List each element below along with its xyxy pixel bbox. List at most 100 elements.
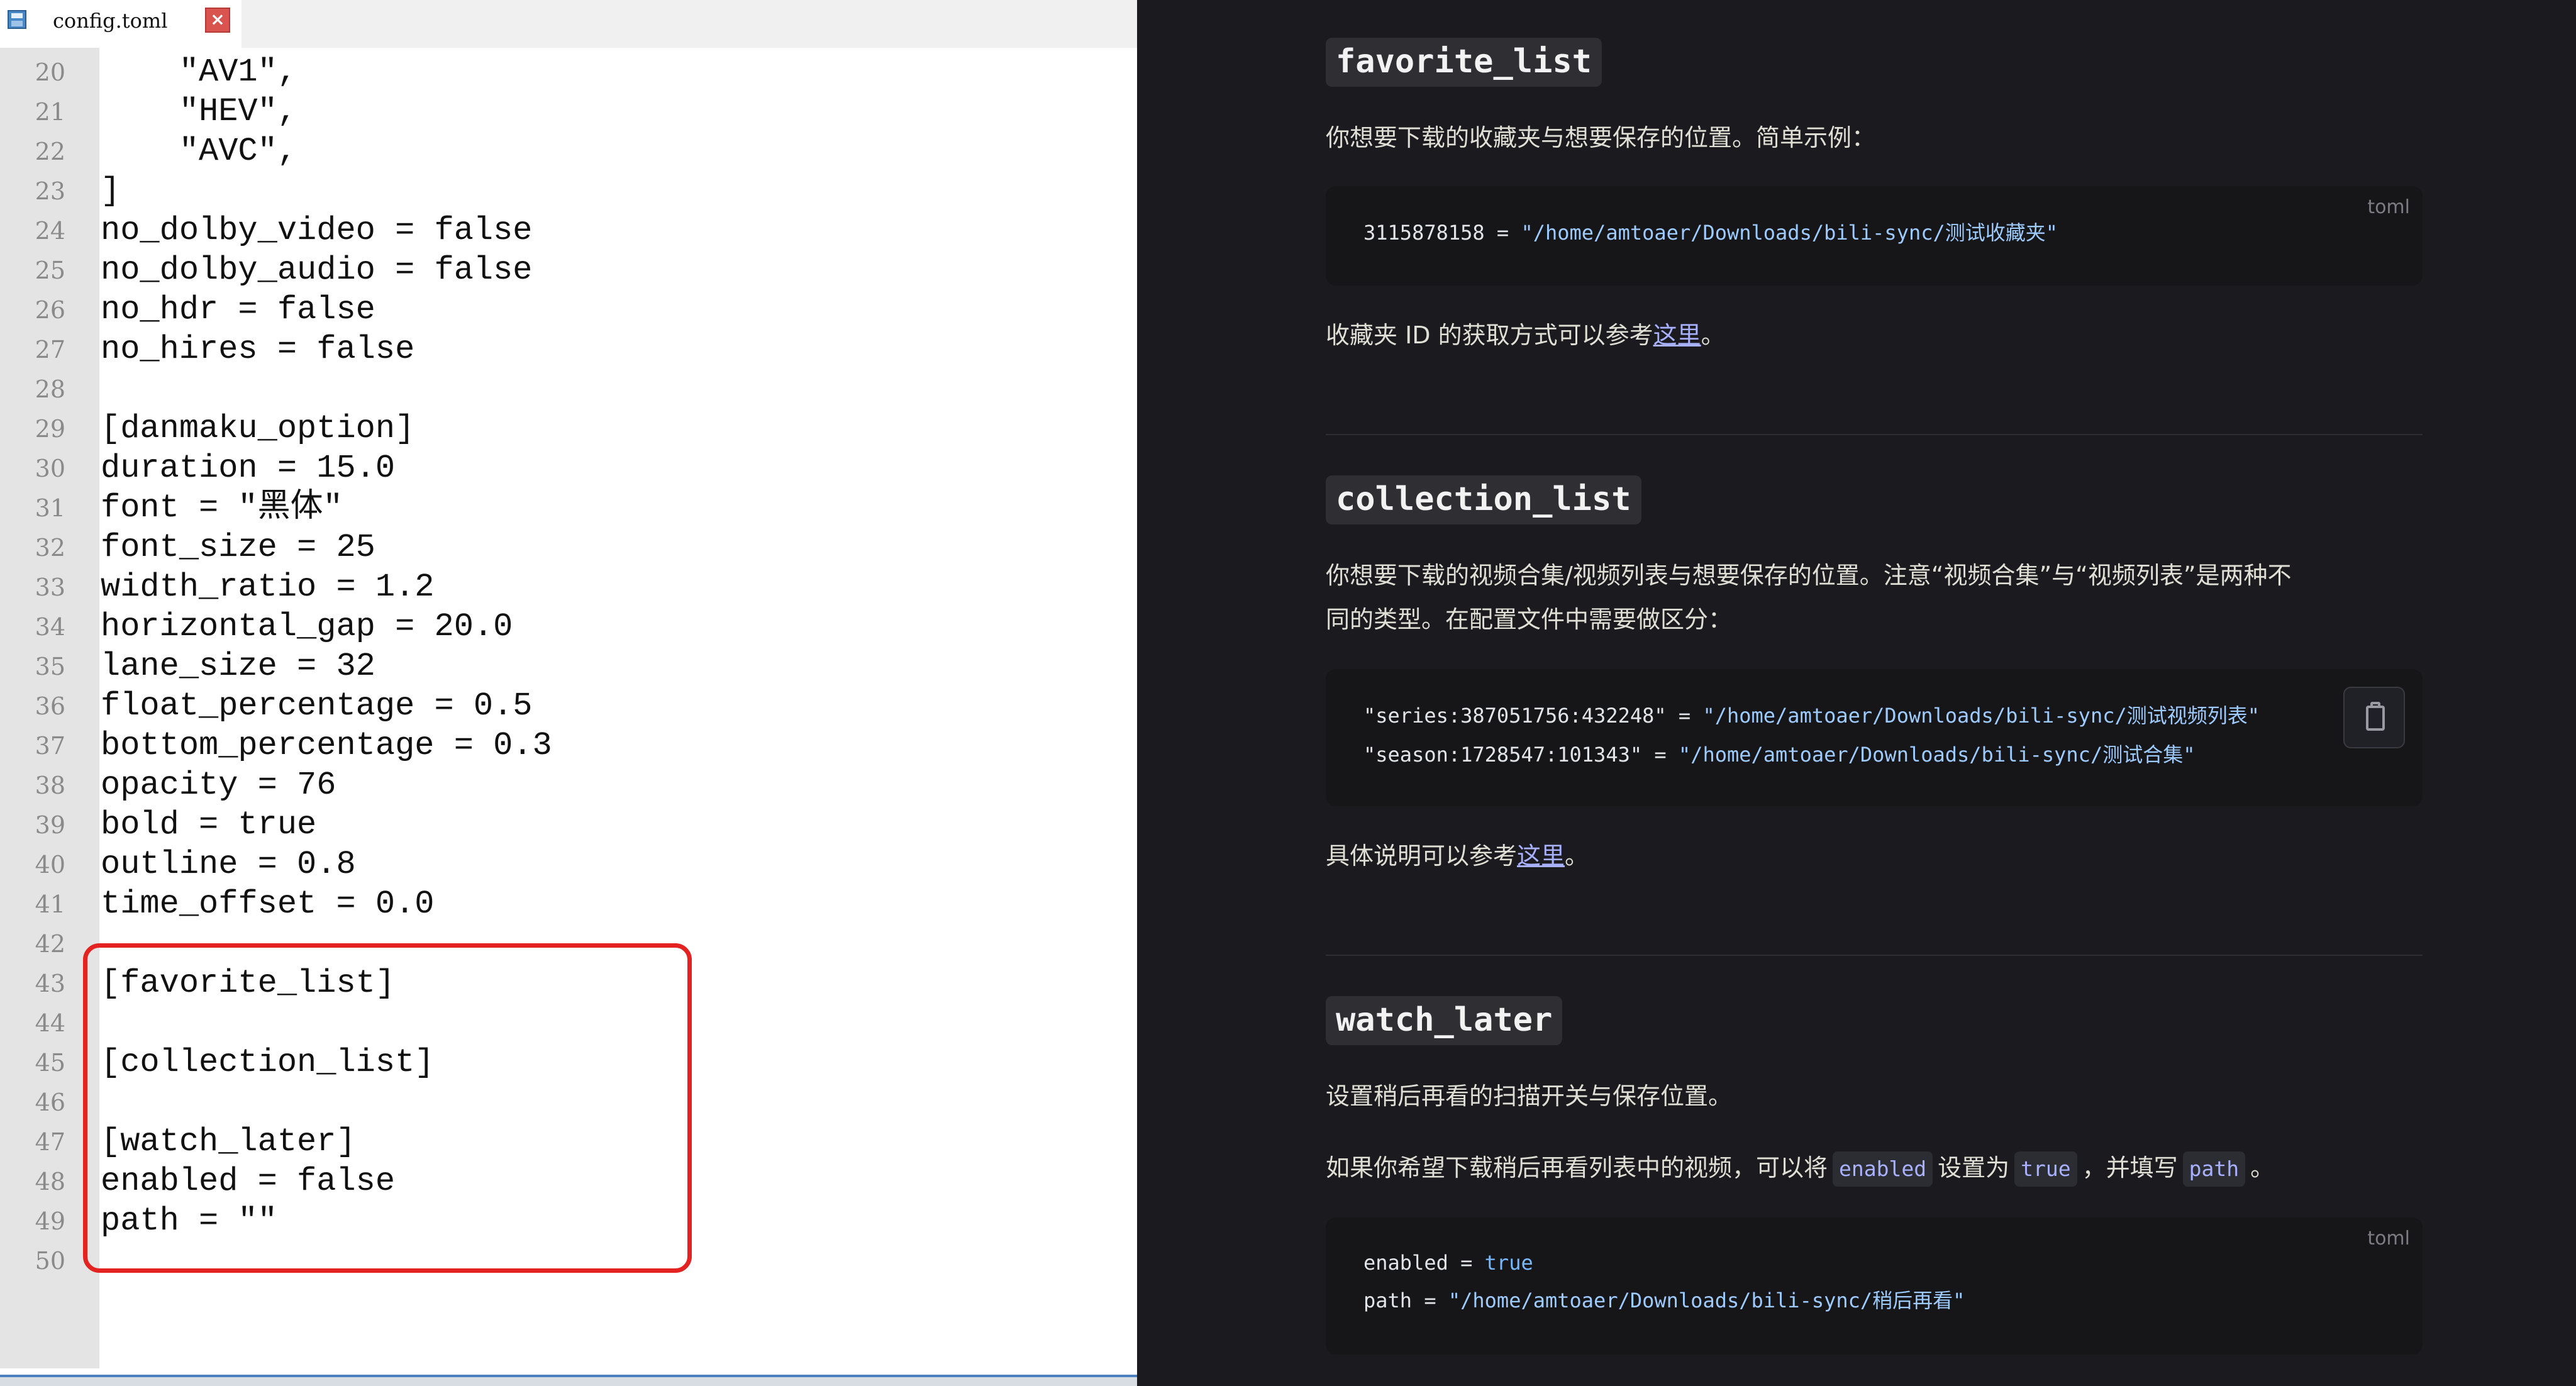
note-punct: 。 [1701, 321, 1725, 349]
code-line[interactable]: 47 [watch_later] [0, 1121, 1137, 1161]
code-text: no_hires = false [101, 331, 415, 368]
code-operator: = [1412, 1289, 1448, 1312]
note-text: 收藏夹 ID 的获取方式可以参考 [1326, 321, 1653, 349]
collection-reference-link[interactable]: 这里 [1517, 842, 1565, 870]
code-text: bottom_percentage = 0.3 [101, 727, 552, 764]
line-number: 21 [35, 98, 65, 126]
code-line[interactable]: 41 time_offset = 0.0 [0, 884, 1137, 923]
code-line[interactable]: 34 horizontal_gap = 20.0 [0, 606, 1137, 646]
code-line: "series:387051756:432248" = "/home/amtoa… [1363, 702, 2260, 729]
code-line[interactable]: 43 [favorite_list] [0, 963, 1137, 1002]
code-line[interactable]: 50 [0, 1240, 1137, 1280]
watch-later-instruction: 如果你希望下载稍后再看列表中的视频，可以将 enabled 设置为 true ，并填写 p… [1326, 1146, 2433, 1190]
line-number: 34 [35, 613, 65, 641]
code-line[interactable]: 49 path = "" [0, 1200, 1137, 1240]
code-line[interactable]: 45 [collection_list] [0, 1042, 1137, 1082]
code-line[interactable]: 26 no_hdr = false [0, 289, 1137, 329]
code-line[interactable]: 39 bold = true [0, 804, 1137, 844]
code-boolean: true [1484, 1251, 1533, 1275]
code-line[interactable]: 24 no_dolby_video = false [0, 210, 1137, 250]
code-line[interactable]: 36 float_percentage = 0.5 [0, 685, 1137, 725]
code-text: enabled = false [101, 1163, 396, 1200]
tab-config-toml[interactable]: config.toml × [0, 0, 242, 48]
code-line[interactable]: 46 [0, 1082, 1137, 1121]
code-operator: = [1448, 1251, 1485, 1275]
copy-code-button[interactable] [2343, 687, 2405, 748]
code-line[interactable]: 20 "AV1", [0, 52, 1137, 91]
code-text: outline = 0.8 [101, 846, 356, 883]
line-number: 29 [35, 415, 65, 443]
note-text: 具体说明可以参考 [1326, 842, 1518, 870]
code-key: 3115878158 [1363, 221, 1485, 245]
code-line[interactable]: 31 font = "黑体" [0, 487, 1137, 527]
section-divider [1326, 955, 2423, 956]
line-number: 25 [35, 257, 65, 284]
collection-note: 具体说明可以参考这里。 [1326, 834, 2433, 878]
close-tab-icon[interactable]: × [205, 8, 230, 33]
code-line[interactable]: 32 font_size = 25 [0, 527, 1137, 567]
code-operator: = [1484, 221, 1521, 245]
favorite-note: 收藏夹 ID 的获取方式可以参考这里。 [1326, 313, 2433, 357]
code-key: enabled [1363, 1251, 1448, 1275]
code-text: path = "" [101, 1202, 277, 1239]
text-editor: config.toml × 20 "AV1", 21 "HEV", 22 "AVC"… [0, 0, 1137, 1386]
watch-later-code-block: toml enabled = true path = "/home/amtoae… [1326, 1217, 2423, 1355]
code-line[interactable]: 48 enabled = false [0, 1161, 1137, 1200]
code-line[interactable]: 37 bottom_percentage = 0.3 [0, 725, 1137, 765]
instruction-text: 设置为 [1938, 1154, 2010, 1182]
code-area[interactable]: 20 "AV1", 21 "HEV", 22 "AVC", 23] 24 no_dolby… [0, 52, 1137, 1280]
code-key: path [1363, 1289, 1413, 1312]
code-text: no_hdr = false [101, 291, 375, 328]
inline-code-path: path [2182, 1151, 2246, 1187]
instruction-punct: 。 [2250, 1154, 2275, 1182]
inline-code-enabled: enabled [1833, 1151, 1933, 1187]
code-line[interactable]: 40 outline = 0.8 [0, 844, 1137, 884]
collection-description-line2: 同的类型。在配置文件中需要做区分： [1326, 606, 1733, 633]
code-line[interactable]: 33 width_ratio = 1.2 [0, 567, 1137, 606]
line-number: 44 [35, 1009, 65, 1037]
code-line[interactable]: 23] [0, 170, 1137, 210]
line-number: 36 [35, 692, 65, 720]
code-line[interactable]: 44 [0, 1002, 1137, 1042]
code-line[interactable]: 42 [0, 923, 1137, 963]
code-line[interactable]: 30 duration = 15.0 [0, 448, 1137, 487]
code-line[interactable]: 35 lane_size = 32 [0, 646, 1137, 685]
code-text: width_ratio = 1.2 [101, 568, 435, 606]
code-line[interactable]: 29 [danmaku_option] [0, 408, 1137, 448]
line-number: 49 [35, 1207, 65, 1235]
collection-description-line1: 你想要下载的视频合集/视频列表与想要保存的位置。注意“视频合集”与“视频列表”是… [1326, 562, 2292, 589]
line-number: 47 [35, 1128, 65, 1156]
line-number: 41 [35, 890, 65, 918]
code-line[interactable]: 22 "AVC", [0, 131, 1137, 170]
line-number: 20 [35, 58, 65, 86]
code-line: path = "/home/amtoaer/Downloads/bili-syn… [1363, 1287, 1965, 1314]
line-number: 42 [35, 930, 65, 958]
code-string: "/home/amtoaer/Downloads/bili-sync/测试合集" [1678, 743, 2196, 767]
save-file-icon [8, 10, 26, 29]
line-number: 43 [35, 970, 65, 997]
line-number: 33 [35, 574, 65, 601]
code-text: [collection_list] [101, 1044, 435, 1081]
code-line[interactable]: 25 no_dolby_audio = false [0, 250, 1137, 289]
line-number: 45 [35, 1049, 65, 1077]
code-line[interactable]: 38 opacity = 76 [0, 765, 1137, 804]
code-line[interactable]: 28 [0, 369, 1137, 408]
favorite-reference-link[interactable]: 这里 [1653, 321, 1701, 349]
line-number: 50 [35, 1247, 65, 1275]
code-string: "/home/amtoaer/Downloads/bili-sync/测试视频列… [1702, 704, 2260, 728]
line-number: 32 [35, 534, 65, 562]
instruction-text: 如果你希望下载稍后再看列表中的视频，可以将 [1326, 1154, 1828, 1182]
code-text: "AVC", [101, 133, 297, 170]
line-number: 35 [35, 653, 65, 680]
collection-code-block: "series:387051756:432248" = "/home/amtoa… [1326, 669, 2423, 806]
line-number: 31 [35, 494, 65, 522]
code-text: duration = 15.0 [101, 450, 396, 487]
code-text: font = "黑体" [101, 489, 343, 526]
code-line: "season:1728547:101343" = "/home/amtoaer… [1363, 741, 2195, 768]
documentation-panel: favorite_list 你想要下载的收藏夹与想要保存的位置。简单示例： to… [1137, 0, 2576, 1386]
code-text: [watch_later] [101, 1123, 356, 1160]
code-line[interactable]: 21 "HEV", [0, 91, 1137, 131]
code-line[interactable]: 27 no_hires = false [0, 329, 1137, 369]
line-number: 27 [35, 336, 65, 363]
code-line: enabled = true [1363, 1249, 1533, 1277]
